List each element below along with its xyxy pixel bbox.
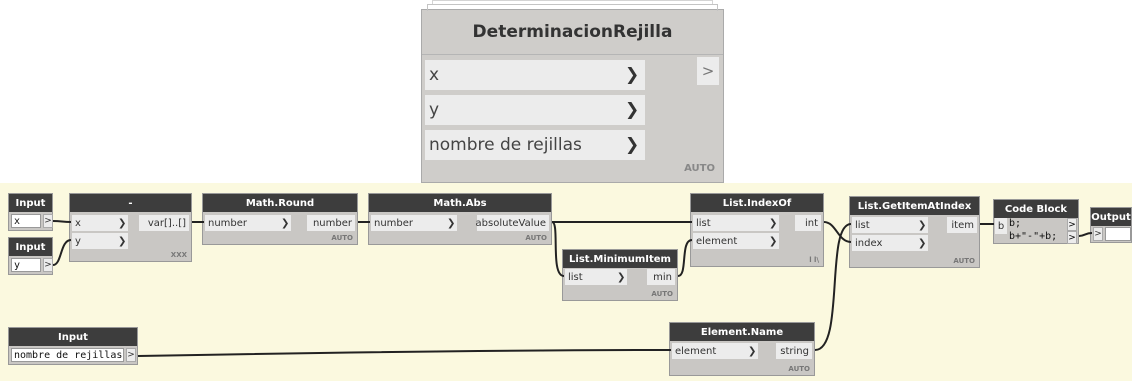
output-port[interactable]: >	[697, 57, 719, 85]
chevron-right-icon: ❯	[447, 217, 456, 229]
chevron-right-icon: ❯	[769, 235, 778, 247]
port-label: element	[675, 345, 717, 357]
input-port-list[interactable]: list ❯	[693, 215, 779, 231]
output-port[interactable]: >	[126, 348, 136, 362]
input-port-element[interactable]: element ❯	[672, 343, 758, 359]
output-port[interactable]: string	[776, 343, 812, 359]
output-port[interactable]: absoluteValue	[476, 215, 549, 231]
chevron-right-icon: ❯	[748, 345, 757, 357]
input-port-x[interactable]: x ❯	[72, 215, 128, 231]
lacing-label: AUTO	[651, 290, 673, 298]
port-label: list	[855, 219, 870, 231]
input-port-number[interactable]: number ❯	[371, 215, 457, 231]
node-title: List.MinimumItem	[563, 250, 677, 268]
port-label: nombre de rejillas	[429, 135, 582, 155]
custom-node-determinacion-rejilla[interactable]: DeterminacionRejilla x ❯ y ❯ nombre de r…	[421, 0, 724, 183]
node-title: Output	[1091, 208, 1131, 226]
chevron-right-icon: ❯	[625, 65, 640, 85]
output-port[interactable]: min	[647, 269, 675, 285]
lacing-label: l l\	[809, 256, 819, 264]
input-port-x[interactable]: x ❯	[425, 60, 645, 90]
node-title: Input	[9, 194, 52, 212]
chevron-right-icon: ❯	[617, 271, 626, 283]
port-label: list	[696, 217, 711, 229]
lacing-label: XXX	[170, 251, 187, 259]
custom-node-title: DeterminacionRejilla	[422, 10, 723, 55]
node-title: -	[70, 194, 191, 212]
output-port[interactable]: number	[307, 215, 355, 231]
code-block-node[interactable]: Code Block b b; b+"-"+b; > >	[993, 199, 1079, 244]
output-value-box	[1105, 227, 1131, 241]
input-port-b[interactable]: b	[995, 218, 1007, 234]
output-port[interactable]: >	[43, 258, 53, 272]
chevron-right-icon: ❯	[918, 237, 927, 249]
port-label: number	[208, 217, 248, 229]
node-title: List.GetItemAtIndex	[850, 197, 979, 215]
port-label: index	[855, 237, 883, 249]
input-node-x[interactable]: Input x >	[8, 193, 53, 231]
code-line-1[interactable]: b;	[1009, 218, 1021, 229]
input-value-x[interactable]: x	[11, 214, 41, 228]
output-port[interactable]: int	[795, 215, 821, 231]
code-line-2[interactable]: b+"-"+b;	[1009, 231, 1057, 242]
output-port[interactable]: item	[947, 217, 977, 233]
input-value-nombre[interactable]: nombre de rejillas	[11, 348, 124, 362]
input-port-y[interactable]: y ❯	[72, 233, 128, 249]
list-getitematindex-node[interactable]: List.GetItemAtIndex list ❯ index ❯ item …	[849, 196, 980, 268]
chevron-right-icon: ❯	[281, 217, 290, 229]
chevron-right-icon: ❯	[118, 235, 127, 247]
port-label: x	[429, 65, 440, 85]
port-label: number	[374, 217, 414, 229]
output-node[interactable]: Output >	[1090, 207, 1132, 243]
port-label: y	[429, 100, 440, 120]
lacing-label: AUTO	[788, 365, 810, 373]
node-title: Input	[9, 328, 137, 346]
math-abs-node[interactable]: Math.Abs number ❯ absoluteValue AUTO	[368, 193, 552, 245]
input-port-number[interactable]: number ❯	[205, 215, 291, 231]
input-port-nombre[interactable]: nombre de rejillas ❯	[425, 130, 645, 160]
lacing-label: AUTO	[331, 234, 353, 242]
output-port-1[interactable]: >	[1067, 218, 1077, 231]
element-name-node[interactable]: Element.Name element ❯ string AUTO	[669, 322, 815, 376]
node-title: Input	[9, 238, 52, 256]
node-stack-edge	[427, 4, 718, 11]
chevron-right-icon: ❯	[625, 135, 640, 155]
chevron-right-icon: ❯	[769, 217, 778, 229]
input-node-y[interactable]: Input y >	[8, 237, 53, 275]
input-port-element[interactable]: element ❯	[693, 233, 779, 249]
node-title: Code Block	[994, 200, 1078, 218]
output-port[interactable]: >	[43, 214, 53, 228]
list-indexof-node[interactable]: List.IndexOf list ❯ element ❯ int l l\	[690, 193, 824, 267]
list-minimum-item-node[interactable]: List.MinimumItem list ❯ min AUTO	[562, 249, 678, 301]
node-title: Math.Abs	[369, 194, 551, 212]
node-title: Math.Round	[203, 194, 357, 212]
minus-node[interactable]: - x ❯ y ❯ var[]..[] XXX	[69, 193, 192, 262]
lacing-label: AUTO	[684, 163, 715, 174]
math-round-node[interactable]: Math.Round number ❯ number AUTO	[202, 193, 358, 245]
lacing-label: AUTO	[953, 257, 975, 265]
chevron-right-icon: ❯	[118, 217, 127, 229]
lacing-label: AUTO	[525, 234, 547, 242]
output-port-2[interactable]: >	[1067, 231, 1077, 244]
input-node-nombre-de-rejillas[interactable]: Input nombre de rejillas >	[8, 327, 138, 365]
output-port[interactable]: var[]..[]	[139, 215, 189, 231]
input-value-y[interactable]: y	[11, 258, 41, 272]
input-port-y[interactable]: y ❯	[425, 95, 645, 125]
port-label: element	[696, 235, 738, 247]
input-port-list[interactable]: list ❯	[852, 217, 928, 233]
port-label: b	[997, 220, 1005, 232]
node-title: List.IndexOf	[691, 194, 823, 212]
input-port[interactable]: >	[1093, 227, 1103, 241]
input-port-list[interactable]: list ❯	[565, 269, 627, 285]
chevron-right-icon: ❯	[625, 100, 640, 120]
port-label: list	[568, 271, 583, 283]
chevron-right-icon: ❯	[918, 219, 927, 231]
node-title: Element.Name	[670, 323, 814, 341]
input-port-index[interactable]: index ❯	[852, 235, 928, 251]
port-label: x	[75, 217, 81, 229]
port-label: y	[75, 235, 81, 247]
